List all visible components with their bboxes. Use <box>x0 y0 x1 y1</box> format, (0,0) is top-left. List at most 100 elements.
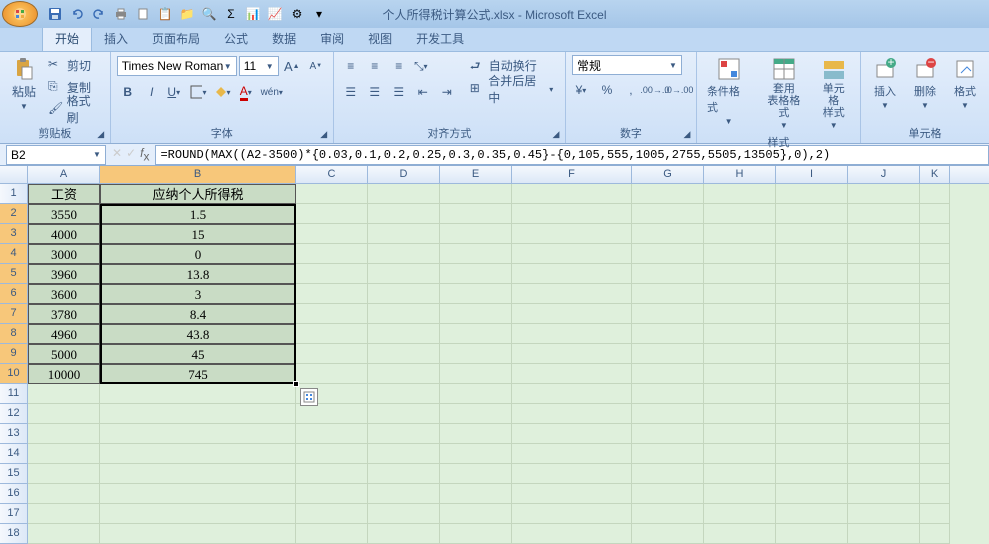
cell[interactable] <box>296 364 368 384</box>
phonetic-button[interactable]: wén▾ <box>261 81 283 103</box>
cell[interactable] <box>100 404 296 424</box>
cell[interactable]: 745 <box>100 364 296 384</box>
cell[interactable] <box>368 304 440 324</box>
cell[interactable] <box>632 344 704 364</box>
new-icon[interactable] <box>134 5 152 23</box>
cell[interactable] <box>368 464 440 484</box>
col-header-D[interactable]: D <box>368 166 440 183</box>
cell[interactable] <box>440 204 512 224</box>
cell[interactable]: 10000 <box>28 364 100 384</box>
qat-icon-9[interactable]: Σ <box>222 5 240 23</box>
cell[interactable] <box>848 484 920 504</box>
align-launcher[interactable]: ◢ <box>549 127 563 141</box>
decrease-decimal-button[interactable]: .0→.00 <box>668 79 690 101</box>
cell[interactable] <box>368 444 440 464</box>
tab-formulas[interactable]: 公式 <box>212 26 260 51</box>
cell[interactable] <box>440 444 512 464</box>
cell[interactable]: 3000 <box>28 244 100 264</box>
cell[interactable] <box>704 524 776 544</box>
cell[interactable] <box>296 424 368 444</box>
cell[interactable] <box>704 364 776 384</box>
cell[interactable] <box>440 364 512 384</box>
cell[interactable] <box>440 264 512 284</box>
row-header[interactable]: 12 <box>0 404 28 424</box>
row-header[interactable]: 13 <box>0 424 28 444</box>
cell[interactable] <box>632 264 704 284</box>
cell[interactable] <box>512 264 632 284</box>
qat-icon-11[interactable]: 📈 <box>266 5 284 23</box>
underline-button[interactable]: U▾ <box>165 81 187 103</box>
cell[interactable] <box>848 504 920 524</box>
cell[interactable] <box>368 184 440 204</box>
cell[interactable] <box>920 184 950 204</box>
cell[interactable] <box>776 324 848 344</box>
cell[interactable] <box>440 344 512 364</box>
cell[interactable] <box>776 184 848 204</box>
cell[interactable] <box>776 244 848 264</box>
col-header-E[interactable]: E <box>440 166 512 183</box>
cell[interactable] <box>368 204 440 224</box>
tab-review[interactable]: 审阅 <box>308 26 356 51</box>
cell[interactable] <box>440 224 512 244</box>
cell[interactable]: 3780 <box>28 304 100 324</box>
delete-cells-button[interactable]: −删除▼ <box>907 55 943 112</box>
row-header[interactable]: 17 <box>0 504 28 524</box>
cell[interactable] <box>512 504 632 524</box>
cell[interactable] <box>100 484 296 504</box>
cell[interactable] <box>920 364 950 384</box>
cell[interactable] <box>512 364 632 384</box>
cell[interactable] <box>704 244 776 264</box>
cell[interactable] <box>632 284 704 304</box>
cell[interactable] <box>368 224 440 244</box>
merge-center-button[interactable]: ⊞合并后居中▾ <box>468 79 559 99</box>
increase-decimal-button[interactable]: .00→.0 <box>644 79 666 101</box>
cell[interactable]: 应纳个人所得税 <box>100 184 296 204</box>
cell[interactable] <box>440 504 512 524</box>
cell[interactable] <box>920 324 950 344</box>
cell[interactable] <box>368 324 440 344</box>
cell[interactable] <box>920 344 950 364</box>
cell[interactable] <box>296 244 368 264</box>
tab-developer[interactable]: 开发工具 <box>404 26 476 51</box>
tab-home[interactable]: 开始 <box>42 25 92 51</box>
cell[interactable] <box>632 424 704 444</box>
indent-increase-button[interactable]: ⇥ <box>436 81 458 103</box>
cell[interactable] <box>632 384 704 404</box>
cell[interactable] <box>632 324 704 344</box>
cell[interactable] <box>776 364 848 384</box>
font-color-button[interactable]: A▾ <box>237 81 259 103</box>
col-header-I[interactable]: I <box>776 166 848 183</box>
cell[interactable] <box>28 444 100 464</box>
cell[interactable] <box>100 504 296 524</box>
cell[interactable] <box>704 344 776 364</box>
cell[interactable] <box>776 224 848 244</box>
row-header[interactable]: 11 <box>0 384 28 404</box>
cell[interactable]: 4000 <box>28 224 100 244</box>
orientation-button[interactable]: ⤡▾ <box>412 55 434 77</box>
row-header[interactable]: 6 <box>0 284 28 304</box>
cell[interactable] <box>920 504 950 524</box>
format-painter-button[interactable]: 🖌格式刷 <box>46 99 104 119</box>
align-top-button[interactable]: ≡ <box>340 55 362 77</box>
name-box[interactable]: B2▼ <box>6 145 106 165</box>
format-cells-button[interactable]: 格式▼ <box>947 55 983 112</box>
align-right-button[interactable]: ☰ <box>388 81 410 103</box>
row-header[interactable]: 3 <box>0 224 28 244</box>
col-header-A[interactable]: A <box>28 166 100 183</box>
cell[interactable] <box>512 464 632 484</box>
cell[interactable] <box>440 484 512 504</box>
fill-color-button[interactable]: ▾ <box>213 81 235 103</box>
cell[interactable] <box>848 244 920 264</box>
cell[interactable] <box>632 244 704 264</box>
comma-button[interactable]: , <box>620 79 642 101</box>
cell[interactable]: 5000 <box>28 344 100 364</box>
cell[interactable] <box>704 264 776 284</box>
cell[interactable] <box>848 284 920 304</box>
cell[interactable] <box>296 224 368 244</box>
cell[interactable] <box>28 504 100 524</box>
number-format-select[interactable]: 常规▼ <box>572 55 682 75</box>
cell[interactable] <box>296 284 368 304</box>
bold-button[interactable]: B <box>117 81 139 103</box>
cell[interactable] <box>28 424 100 444</box>
cell[interactable] <box>920 424 950 444</box>
